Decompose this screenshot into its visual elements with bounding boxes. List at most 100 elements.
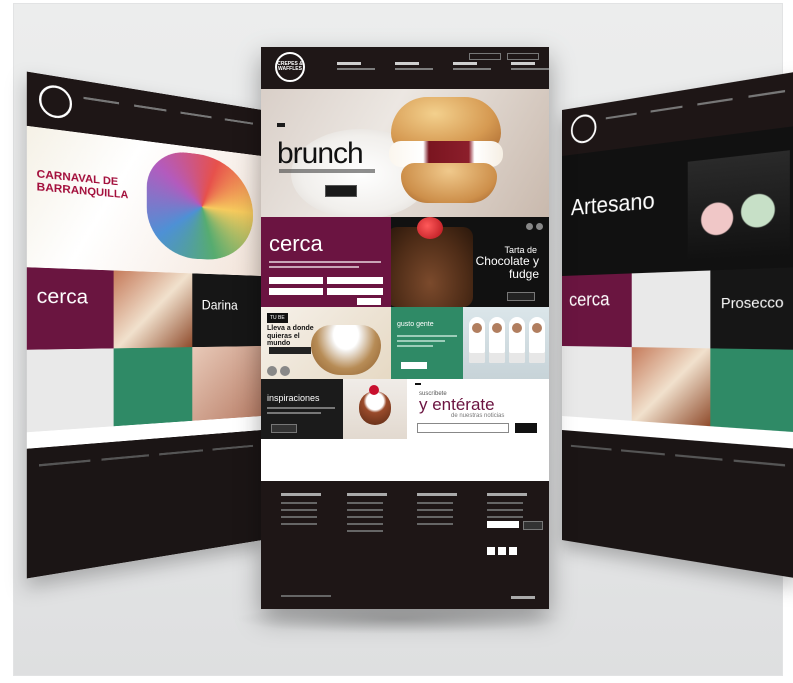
cake-photo bbox=[391, 227, 473, 307]
right-dessert-photo bbox=[632, 347, 710, 427]
menu-item-3[interactable] bbox=[453, 62, 495, 70]
footer-subscribe-button[interactable] bbox=[523, 521, 543, 530]
promo-card[interactable]: TU BE Lleva a donde quieras el mundo bbox=[261, 307, 391, 379]
footer-col-3 bbox=[417, 493, 467, 530]
right-cerca-title: cerca bbox=[569, 288, 610, 310]
right-cerca-card[interactable]: cerca bbox=[562, 273, 633, 348]
right-dark-card[interactable]: Prosecco bbox=[709, 267, 793, 350]
left-footer bbox=[26, 430, 262, 579]
center-nav-bar: CREPES & WAFFLES bbox=[261, 47, 549, 89]
name-input[interactable] bbox=[327, 288, 383, 295]
type-select[interactable] bbox=[269, 288, 323, 295]
newsletter-card: suscríbete y entérate de nuestras notici… bbox=[407, 379, 549, 439]
scone-bottom bbox=[401, 163, 497, 203]
promo-pill bbox=[269, 347, 311, 354]
right-promo-card[interactable] bbox=[562, 346, 633, 421]
twitter-icon[interactable] bbox=[498, 547, 506, 555]
ice-cream-cups-photo bbox=[687, 150, 790, 261]
green-button[interactable] bbox=[401, 362, 427, 369]
hero-subtitle-line bbox=[279, 169, 375, 173]
inspiraciones-text bbox=[267, 407, 335, 417]
sundae-photo bbox=[343, 379, 407, 439]
left-food-photo bbox=[114, 270, 192, 349]
newsletter-tag bbox=[415, 383, 421, 385]
utility-link-1[interactable] bbox=[469, 53, 501, 60]
center-page-mockup: CREPES & WAFFLES brunch cerca Tarta de C… bbox=[261, 47, 549, 609]
footer-subscribe-input[interactable] bbox=[487, 521, 519, 528]
right-logo bbox=[570, 112, 597, 145]
tarta-card[interactable]: Tarta de Chocolate y fudge bbox=[391, 217, 549, 307]
utility-link-2[interactable] bbox=[507, 53, 539, 60]
hero-label bbox=[277, 123, 285, 127]
left-cerca-card[interactable]: cerca bbox=[26, 267, 115, 350]
inspiraciones-button[interactable] bbox=[271, 424, 297, 433]
left-people-photo bbox=[191, 346, 262, 421]
facebook-icon[interactable] bbox=[487, 547, 495, 555]
inspiraciones-card[interactable]: inspiraciones bbox=[261, 379, 343, 439]
left-logo bbox=[38, 82, 73, 121]
hero-banner[interactable]: brunch bbox=[261, 89, 549, 217]
top-utility-links bbox=[469, 53, 539, 60]
right-footer bbox=[562, 430, 793, 579]
right-row-1: cerca Prosecco bbox=[562, 267, 793, 350]
right-dark-title: Prosecco bbox=[720, 293, 784, 312]
left-green-card[interactable] bbox=[114, 347, 192, 427]
social-icons bbox=[487, 547, 517, 555]
zone-select[interactable] bbox=[327, 277, 383, 284]
youtube-icon[interactable] bbox=[509, 547, 517, 555]
right-nav-menu bbox=[605, 89, 786, 132]
left-cerca-title: cerca bbox=[36, 284, 89, 309]
content-row-1: cerca Tarta de Chocolate y fudge bbox=[261, 217, 549, 307]
copyright-line bbox=[281, 595, 331, 597]
carnaval-illustration bbox=[146, 147, 254, 262]
newsletter-subtitle: de nuestras noticias bbox=[451, 413, 505, 419]
cerca-description bbox=[269, 261, 381, 271]
right-page-mockup: Artesano cerca Prosecco bbox=[562, 71, 793, 579]
footer-col-2 bbox=[347, 493, 397, 537]
right-glass-photo bbox=[632, 270, 710, 349]
footer-brand bbox=[511, 596, 535, 599]
promo-tag: TU BE bbox=[267, 313, 288, 323]
strawberry bbox=[417, 217, 443, 239]
newsletter-email-input[interactable] bbox=[417, 423, 509, 433]
inspiraciones-title: inspiraciones bbox=[267, 393, 320, 403]
newsletter-submit-button[interactable] bbox=[515, 423, 537, 433]
right-green-card[interactable] bbox=[709, 348, 793, 433]
left-row-1: cerca Darina bbox=[26, 267, 262, 350]
content-row-3: inspiraciones suscríbete y entérate de n… bbox=[261, 379, 549, 439]
hero-button[interactable] bbox=[325, 185, 357, 197]
tarta-title: Chocolate y fudge bbox=[475, 254, 539, 281]
newsletter-title: y entérate bbox=[419, 395, 495, 414]
left-hero-title: CARNAVAL DE BARRANQUILLA bbox=[36, 168, 129, 202]
menu-item-1[interactable] bbox=[337, 62, 379, 70]
main-menu bbox=[337, 62, 549, 70]
footer-col-4 bbox=[487, 493, 537, 523]
footer-col-1 bbox=[281, 493, 331, 530]
brand-logo[interactable]: CREPES & WAFFLES bbox=[275, 52, 305, 82]
left-dark-title: Darina bbox=[201, 296, 238, 313]
menu-item-2[interactable] bbox=[395, 62, 437, 70]
green-card[interactable]: gusto gente bbox=[391, 307, 463, 379]
right-row-2 bbox=[562, 346, 793, 433]
prev-arrow-icon[interactable] bbox=[526, 223, 533, 230]
search-button[interactable] bbox=[357, 298, 381, 305]
chefs-photo bbox=[463, 307, 549, 379]
left-dark-card[interactable]: Darina bbox=[191, 273, 262, 348]
left-promo-card[interactable] bbox=[26, 348, 115, 433]
next-arrow-icon[interactable] bbox=[536, 223, 543, 230]
center-footer bbox=[261, 481, 549, 609]
content-row-2: TU BE Lleva a donde quieras el mundo gus… bbox=[261, 307, 549, 379]
tarta-button[interactable] bbox=[507, 292, 535, 301]
left-nav-menu bbox=[83, 96, 254, 137]
menu-item-4[interactable] bbox=[511, 62, 549, 70]
city-select[interactable] bbox=[269, 277, 323, 284]
cerca-card: cerca bbox=[261, 217, 391, 307]
green-description bbox=[397, 335, 457, 350]
cerca-title: cerca bbox=[269, 231, 323, 256]
left-page-mockup: CARNAVAL DE BARRANQUILLA cerca Darina bbox=[26, 71, 262, 579]
left-row-2 bbox=[26, 346, 262, 433]
right-hero-title: Artesano bbox=[570, 186, 655, 221]
hero-title: brunch bbox=[277, 137, 364, 170]
green-title: gusto gente bbox=[397, 321, 434, 328]
carousel-arrows bbox=[526, 223, 543, 230]
